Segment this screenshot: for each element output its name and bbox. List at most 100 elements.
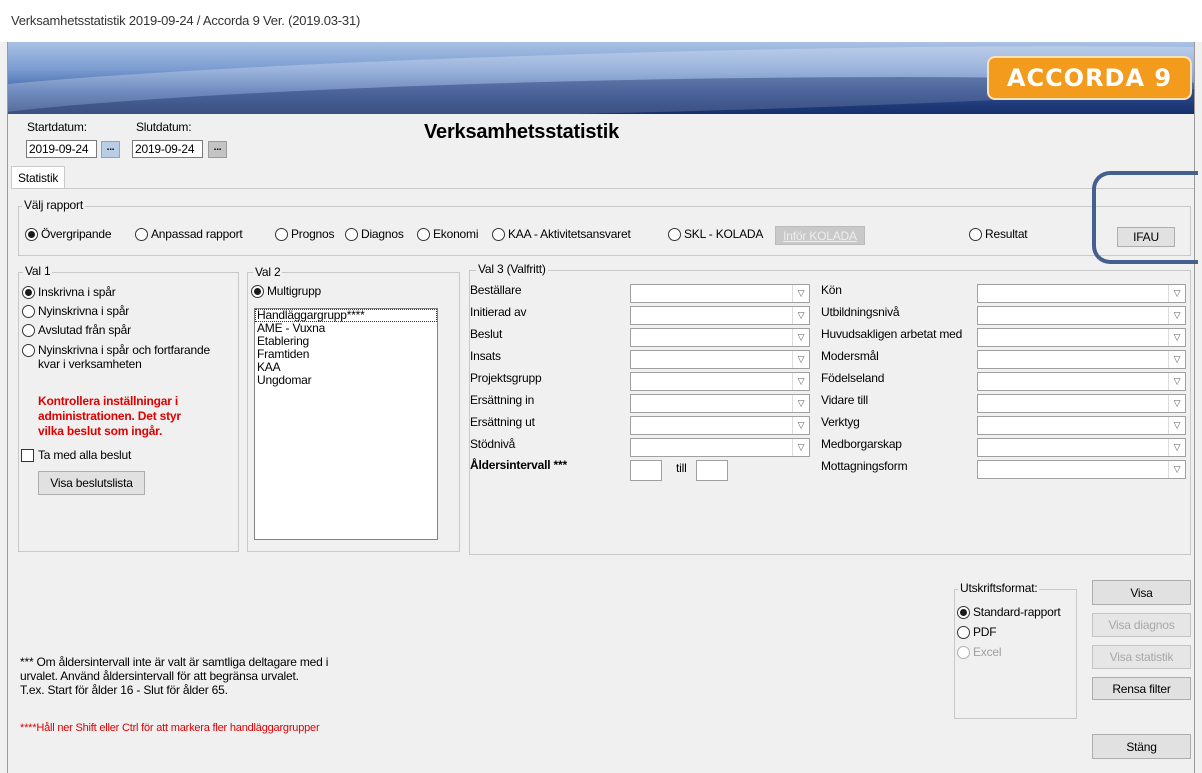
end-date-picker-button[interactable]: ... xyxy=(208,141,227,158)
radio-skl-kolada[interactable]: SKL - KOLADA xyxy=(668,227,763,241)
radio-overgripande[interactable]: Övergripande xyxy=(25,227,112,241)
radio-ekonomi[interactable]: Ekonomi xyxy=(417,227,478,241)
radio-diagnos[interactable]: Diagnos xyxy=(345,227,404,241)
window-title: Verksamhetsstatistik 2019-09-24 / Accord… xyxy=(11,13,361,28)
mottagningsform-dropdown[interactable]: ▽ xyxy=(977,460,1186,479)
filter-label-ersattning-ut: Ersättning ut xyxy=(470,415,535,429)
age-note-line1: *** Om åldersintervall inte är valt är s… xyxy=(20,655,329,669)
radio-kaa[interactable]: KAA - Aktivitetsansvaret xyxy=(492,227,631,241)
rensa-filter-button[interactable]: Rensa filter xyxy=(1092,677,1191,700)
radio-dot xyxy=(957,605,970,619)
radio-dot xyxy=(251,284,264,298)
radio-nyinskrivna-kvar[interactable]: Nyinskrivna i spår och fortfarande xyxy=(22,343,210,357)
checkbox-box xyxy=(21,448,34,462)
filter-label-bestallare: Beställare xyxy=(470,283,522,297)
visa-beslutslista-button[interactable]: Visa beslutslista xyxy=(38,471,145,495)
radio-dot xyxy=(22,304,35,318)
age-start-input[interactable] xyxy=(630,460,662,481)
radio-dot xyxy=(969,227,982,241)
aldersintervall-label: Åldersintervall *** xyxy=(470,458,567,472)
val3-title: Val 3 (Valfritt) xyxy=(476,262,548,276)
vidare-till-dropdown[interactable]: ▽ xyxy=(977,394,1186,413)
beslut-dropdown[interactable]: ▽ xyxy=(630,328,810,347)
radio-dot xyxy=(668,227,681,241)
ersattning-ut-dropdown[interactable]: ▽ xyxy=(630,416,810,435)
radio-multigrupp[interactable]: Multigrupp xyxy=(251,284,321,298)
chevron-down-icon: ▽ xyxy=(1168,307,1185,324)
start-date-label: Startdatum: xyxy=(27,120,87,134)
radio-avslutad[interactable]: Avslutad från spår xyxy=(22,323,131,337)
radio-dot xyxy=(25,227,38,241)
bestallare-dropdown[interactable]: ▽ xyxy=(630,284,810,303)
app-window: Verksamhetsstatistik 2019-09-24 / Accord… xyxy=(0,0,1202,773)
ta-med-alla-beslut-checkbox[interactable]: Ta med alla beslut xyxy=(21,448,131,462)
handlaggargrupp-listbox[interactable]: Handläggargrupp**** AME - Vuxna Etableri… xyxy=(254,308,438,540)
list-item[interactable]: Framtiden xyxy=(255,348,437,361)
val1-warning-line3: vilka beslut som ingår. xyxy=(38,424,163,438)
chevron-down-icon: ▽ xyxy=(792,439,809,456)
ersattning-in-dropdown[interactable]: ▽ xyxy=(630,394,810,413)
age-till-label: till xyxy=(676,461,687,475)
utbildningsniva-dropdown[interactable]: ▽ xyxy=(977,306,1186,325)
visa-statistik-button[interactable]: Visa statistik xyxy=(1092,645,1191,669)
radio-dot xyxy=(957,645,970,659)
filter-label-medborgarskap: Medborgarskap xyxy=(821,437,902,451)
tab-statistik[interactable]: Statistik xyxy=(11,166,65,188)
infor-kolada-button[interactable]: Inför KOLADA xyxy=(775,226,865,245)
chevron-down-icon: ▽ xyxy=(792,307,809,324)
filter-label-insats: Insats xyxy=(470,349,501,363)
filter-label-verktyg: Verktyg xyxy=(821,415,860,429)
filter-label-ersattning-in: Ersättning in xyxy=(470,393,535,407)
val1-title: Val 1 xyxy=(23,264,53,278)
stang-button[interactable]: Stäng xyxy=(1092,734,1191,759)
radio-resultat[interactable]: Resultat xyxy=(969,227,1028,241)
ifau-highlight-annotation xyxy=(1092,171,1198,264)
kon-dropdown[interactable]: ▽ xyxy=(977,284,1186,303)
filter-label-kon: Kön xyxy=(821,283,842,297)
visa-diagnos-button[interactable]: Visa diagnos xyxy=(1092,613,1191,637)
val1-warning-line2: administrationen. Det styr xyxy=(38,409,181,423)
filter-label-projektsgrupp: Projektsgrupp xyxy=(470,371,542,385)
radio-excel[interactable]: Excel xyxy=(957,645,1002,659)
radio-dot xyxy=(345,227,358,241)
projektsgrupp-dropdown[interactable]: ▽ xyxy=(630,372,810,391)
verktyg-dropdown[interactable]: ▽ xyxy=(977,416,1186,435)
header-banner: ACCORDA 9 xyxy=(8,42,1194,114)
modersmal-dropdown[interactable]: ▽ xyxy=(977,350,1186,369)
radio-inskrivna[interactable]: Inskrivna i spår xyxy=(22,285,116,299)
radio-standard-rapport[interactable]: Standard-rapport xyxy=(957,605,1061,619)
radio-pdf[interactable]: PDF xyxy=(957,625,997,639)
fodelseland-dropdown[interactable]: ▽ xyxy=(977,372,1186,391)
chevron-down-icon: ▽ xyxy=(792,329,809,346)
radio-anpassad-rapport[interactable]: Anpassad rapport xyxy=(135,227,243,241)
filter-label-initierad: Initierad av xyxy=(470,305,527,319)
radio-dot xyxy=(492,227,505,241)
chevron-down-icon: ▽ xyxy=(792,373,809,390)
visa-button[interactable]: Visa xyxy=(1092,580,1191,605)
initierad-av-dropdown[interactable]: ▽ xyxy=(630,306,810,325)
end-date-input[interactable]: 2019-09-24 xyxy=(132,140,203,158)
insats-dropdown[interactable]: ▽ xyxy=(630,350,810,369)
list-item[interactable]: Ungdomar xyxy=(255,374,437,387)
radio-prognos[interactable]: Prognos xyxy=(275,227,334,241)
radio-dot xyxy=(135,227,148,241)
page-title: Verksamhetsstatistik xyxy=(424,121,620,143)
chevron-down-icon: ▽ xyxy=(792,351,809,368)
filter-label-utbildningsniva: Utbildningsnivå xyxy=(821,305,900,319)
radio-dot xyxy=(22,343,35,357)
age-end-input[interactable] xyxy=(696,460,728,481)
stodniva-dropdown[interactable]: ▽ xyxy=(630,438,810,457)
radio-dot xyxy=(275,227,288,241)
chevron-down-icon: ▽ xyxy=(1168,351,1185,368)
huvudsakligen-dropdown[interactable]: ▽ xyxy=(977,328,1186,347)
medborgarskap-dropdown[interactable]: ▽ xyxy=(977,438,1186,457)
start-date-picker-button[interactable]: ... xyxy=(101,141,120,158)
radio-dot xyxy=(22,285,35,299)
radio-nyinskrivna[interactable]: Nyinskrivna i spår xyxy=(22,304,129,318)
start-date-input[interactable]: 2019-09-24 xyxy=(26,140,97,158)
chevron-down-icon: ▽ xyxy=(792,285,809,302)
chevron-down-icon: ▽ xyxy=(792,417,809,434)
chevron-down-icon: ▽ xyxy=(1168,417,1185,434)
window-border-right xyxy=(1194,42,1195,773)
end-date-label: Slutdatum: xyxy=(136,120,192,134)
